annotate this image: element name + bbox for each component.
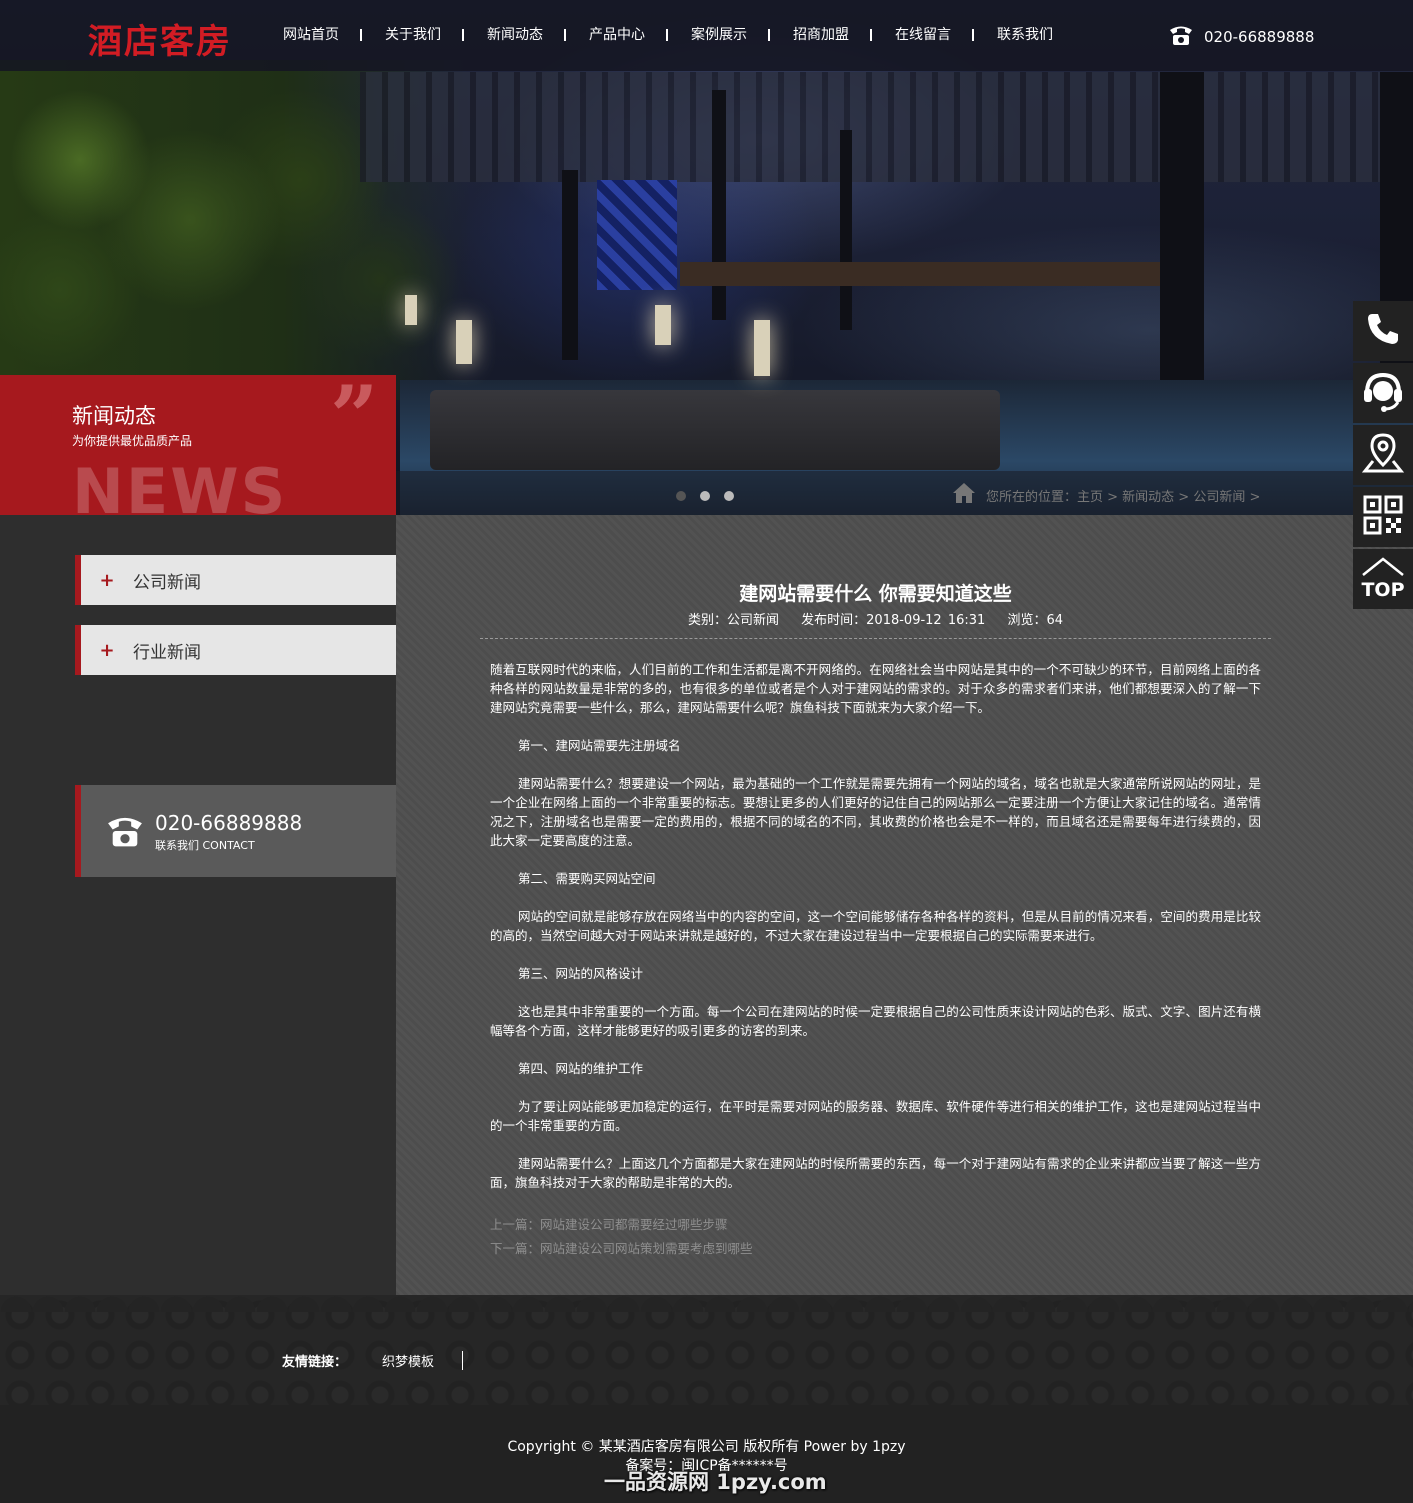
banner-pillar (562, 170, 578, 360)
article-heading: 第三、网站的风格设计 (518, 966, 644, 981)
banner-bar-counter (680, 262, 1160, 286)
article-divider (480, 638, 1271, 639)
contact-label: 联系我们 CONTACT (155, 839, 255, 852)
article-paragraph: 建网站需要什么？上面这几个方面都是大家在建网站的时候所需要的东西，每一个对于建网… (490, 1156, 1261, 1190)
nav-item-products[interactable]: 产品中心 (566, 24, 668, 44)
site-logo[interactable]: 酒店客房 (88, 14, 232, 63)
site-header: 酒店客房 网站首页 关于我们 新闻动态 产品中心 案例展示 招商加盟 在线留言 … (0, 0, 1413, 71)
slider-dot[interactable] (724, 491, 734, 501)
article-views: 浏览：64 (1007, 613, 1063, 628)
sidebar-item-label: 公司新闻 (133, 572, 201, 593)
banner-ceiling (360, 72, 1413, 182)
banner-mosaic-wall (597, 180, 677, 290)
back-to-top-button[interactable]: TOP (1353, 549, 1413, 609)
article-date: 发布时间：2018-09-12 16:31 (801, 613, 986, 628)
phone-icon (1364, 310, 1402, 352)
article-paragraph: 为了要让网站能够更加稳定的运行，在平时是需要对网站的服务器、数据库、软件硬件等进… (490, 1099, 1261, 1133)
article-area: 建网站需要什么 你需要知道这些 类别：公司新闻 发布时间：2018-09-12 … (396, 515, 1413, 1295)
slider-dot[interactable] (676, 491, 686, 501)
sidebar: + 公司新闻 + 行业新闻 020-66889888 联系我们 CONTACT (0, 515, 396, 1295)
main-nav: 网站首页 关于我们 新闻动态 产品中心 案例展示 招商加盟 在线留言 联系我们 (260, 24, 1076, 44)
banner-sofa (430, 390, 1000, 470)
banner-lamp (655, 305, 671, 345)
friend-links-label: 友情链接： (282, 1355, 348, 1370)
home-icon (952, 482, 976, 508)
nav-item-franchise[interactable]: 招商加盟 (770, 24, 872, 44)
location-icon (1361, 431, 1405, 479)
qrcode-icon (1363, 495, 1403, 539)
article-body: 随着互联网时代的来临，人们目前的工作和生活都是离不开网络的。在网络社会当中网站是… (490, 660, 1261, 1211)
copyright-text: Copyright © 某某酒店客房有限公司 版权所有 Power by 1pz… (507, 1439, 906, 1455)
float-location-button[interactable] (1353, 425, 1413, 485)
sidebar-contact-box: 020-66889888 联系我们 CONTACT (75, 785, 396, 877)
article-category: 类别：公司新闻 (688, 613, 780, 628)
sidebar-item-company-news[interactable]: + 公司新闻 (75, 555, 396, 605)
breadcrumb-text[interactable]: 您所在的位置：主页 > 新闻动态 > 公司新闻 > (986, 486, 1260, 505)
banner-pillar (840, 130, 852, 330)
next-article-link[interactable]: 下一篇：网站建设公司网站策划需要考虑到哪些 (490, 1237, 753, 1261)
article-paragraph: 网站的空间就是能够存放在网络当中的内容的空间，这一个空间能够储存各种各样的资料，… (490, 909, 1261, 943)
breadcrumb-bar (396, 471, 1413, 515)
nav-item-about[interactable]: 关于我们 (362, 24, 464, 44)
float-phone-button[interactable] (1353, 301, 1413, 361)
article-paragraph: 这也是其中非常重要的一个方面。每一个公司在建网站的时候一定要根据自己的公司性质来… (490, 1004, 1261, 1038)
float-qrcode-button[interactable] (1353, 487, 1413, 547)
telephone-icon (1168, 24, 1194, 50)
nav-item-news[interactable]: 新闻动态 (464, 24, 566, 44)
nav-item-home[interactable]: 网站首页 (260, 24, 362, 44)
contact-phone: 020-66889888 (155, 811, 303, 835)
article-heading: 第一、建网站需要先注册域名 (518, 738, 681, 753)
friend-link[interactable]: 织梦模板 (382, 1351, 464, 1370)
breadcrumb: 您所在的位置：主页 > 新闻动态 > 公司新闻 > (952, 482, 1260, 508)
banner-lamp (456, 320, 472, 364)
article-paragraph: 随着互联网时代的来临，人们目前的工作和生活都是离不开网络的。在网络社会当中网站是… (490, 662, 1261, 715)
article-pagination: 上一篇：网站建设公司都需要经过哪些步骤 下一篇：网站建设公司网站策划需要考虑到哪… (490, 1213, 753, 1261)
banner-lamp (754, 320, 770, 376)
wave-divider (0, 1290, 1413, 1312)
nav-item-contact[interactable]: 联系我们 (974, 24, 1076, 44)
prev-article-link[interactable]: 上一篇：网站建设公司都需要经过哪些步骤 (490, 1213, 753, 1237)
nav-item-cases[interactable]: 案例展示 (668, 24, 770, 44)
plus-icon: + (99, 569, 115, 591)
sidebar-item-label: 行业新闻 (133, 642, 201, 663)
article-title: 建网站需要什么 你需要知道这些 (739, 583, 1012, 605)
nav-item-message[interactable]: 在线留言 (872, 24, 974, 44)
article-meta: 类别：公司新闻 发布时间：2018-09-12 16:31 浏览：64 (480, 609, 1271, 628)
slider-dots (676, 491, 734, 501)
side-float-bar: TOP (1353, 301, 1413, 611)
banner-lamp (405, 295, 417, 325)
slider-dot[interactable] (700, 491, 710, 501)
float-service-button[interactable] (1353, 363, 1413, 423)
header-phone: 020-66889888 (1168, 24, 1314, 50)
section-en-title: NEWS (72, 455, 288, 516)
article-heading: 第二、需要购买网站空间 (518, 871, 656, 886)
customer-service-icon (1361, 369, 1405, 417)
quote-mark-icon: ” (330, 375, 379, 466)
article-paragraph: 建网站需要什么？想要建设一个网站，最为基础的一个工作就是需要先拥有一个网站的域名… (490, 776, 1261, 848)
top-label: TOP (1361, 579, 1405, 601)
article-heading: 第四、网站的维护工作 (518, 1061, 644, 1076)
header-phone-number: 020-66889888 (1204, 28, 1315, 46)
plus-icon: + (99, 639, 115, 661)
section-subtitle: 为你提供最优品质产品 (72, 434, 193, 448)
section-title-panel: 新闻动态 为你提供最优品质产品 ” NEWS (0, 375, 396, 515)
watermark: 一品资源网 1pzy.com (604, 1470, 827, 1494)
telephone-icon (105, 813, 145, 853)
sidebar-item-industry-news[interactable]: + 行业新闻 (75, 625, 396, 675)
section-title: 新闻动态 (72, 404, 156, 428)
top-icon (1361, 557, 1405, 581)
